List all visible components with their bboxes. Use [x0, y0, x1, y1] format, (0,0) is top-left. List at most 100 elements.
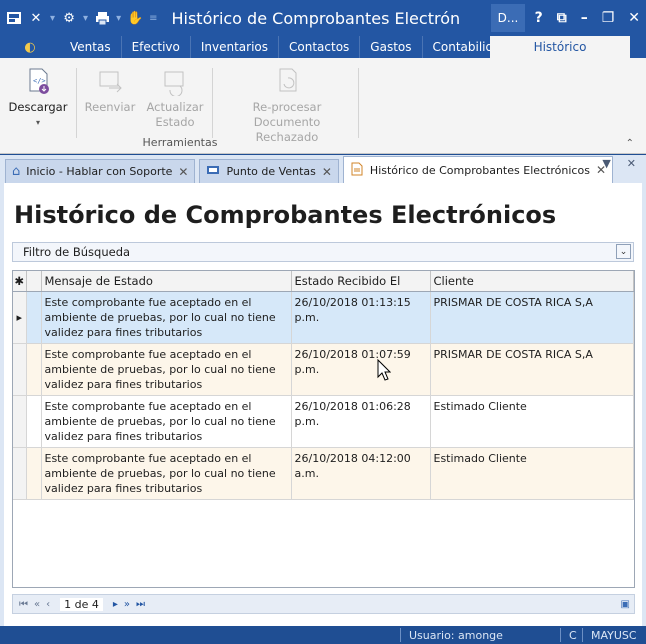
- hand-icon[interactable]: ✋: [127, 10, 143, 26]
- tab-ventas[interactable]: Ventas: [60, 36, 122, 58]
- tools-icon[interactable]: ✕: [28, 10, 44, 26]
- reprocesar-label-2: Documento Rechazado: [253, 115, 321, 144]
- doc-tab-label: Histórico de Comprobantes Electrónicos: [369, 163, 590, 177]
- cell-cliente[interactable]: Estimado Cliente: [430, 395, 634, 448]
- collapse-ribbon-icon[interactable]: ⌃: [626, 138, 634, 149]
- search-filter-bar[interactable]: Filtro de Búsqueda ⌄: [12, 242, 634, 262]
- page-title: Histórico de Comprobantes Electrónicos: [14, 201, 557, 229]
- title-bar: ✕ ▾ ⚙ ▾ ▾ ✋ ≡ Histórico de Comprobantes …: [0, 0, 646, 36]
- restore-layout-icon[interactable]: ⧉: [557, 10, 567, 26]
- cell-fecha[interactable]: 26/10/2018 01:07:59 p.m.: [291, 343, 431, 396]
- column-header-empty: [26, 271, 42, 292]
- ribbon-separator: [76, 68, 77, 138]
- reenviar-button[interactable]: Reenviar: [82, 66, 138, 115]
- cell-mensaje[interactable]: Este comprobante fue aceptado en el ambi…: [41, 343, 292, 396]
- next-page-icon[interactable]: ▸: [113, 599, 118, 610]
- actualizar-label-2: Estado: [155, 115, 195, 129]
- descargar-dropdown-icon[interactable]: ▾: [8, 115, 68, 130]
- close-tab-icon[interactable]: ✕: [322, 165, 332, 179]
- cell-fecha[interactable]: 26/10/2018 04:12:00 a.m.: [291, 447, 431, 500]
- column-header-mensaje[interactable]: Mensaje de Estado: [41, 271, 292, 292]
- reenviar-label: Reenviar: [84, 100, 136, 114]
- new-row-icon[interactable]: ✱: [13, 271, 27, 292]
- tab-gastos[interactable]: Gastos: [360, 36, 423, 58]
- previous-page-icon[interactable]: ‹: [46, 599, 50, 610]
- descargar-button[interactable]: </> Descargar ▾: [8, 66, 68, 130]
- expand-filter-icon[interactable]: ⌄: [616, 244, 631, 259]
- ribbon-group-label: Herramientas: [142, 136, 218, 149]
- cell-cliente[interactable]: PRISMAR DE COSTA RICA S,A: [430, 343, 634, 396]
- help-button[interactable]: ?: [535, 10, 543, 26]
- doc-tab-historico[interactable]: Histórico de Comprobantes Electrónicos ✕: [342, 156, 613, 183]
- document-tabs: ⌂ Inicio - Hablar con Soporte ✕ Punto de…: [0, 155, 646, 183]
- tab-historico[interactable]: Histórico: [490, 36, 630, 58]
- dropdown-arrow-icon[interactable]: ▾: [83, 13, 88, 24]
- tab-contactos[interactable]: Contactos: [279, 36, 361, 58]
- descargar-label: Descargar: [8, 100, 68, 114]
- cell-mensaje[interactable]: Este comprobante fue aceptado en el ambi…: [41, 291, 292, 344]
- column-header-cliente[interactable]: Cliente: [430, 271, 634, 292]
- next-page-group-icon[interactable]: »: [124, 599, 130, 610]
- printer-icon[interactable]: [94, 10, 110, 26]
- cell-fecha[interactable]: 26/10/2018 01:13:15 p.m.: [291, 291, 431, 344]
- document-icon: [350, 162, 364, 179]
- table-row[interactable]: ▸ Este comprobante fue aceptado en el am…: [13, 291, 634, 344]
- user-badge[interactable]: D...: [491, 4, 525, 32]
- minimize-button[interactable]: –: [581, 10, 588, 26]
- export-grid-icon[interactable]: ▣: [621, 599, 630, 610]
- table-row[interactable]: Este comprobante fue aceptado en el ambi…: [13, 343, 634, 396]
- previous-page-group-icon[interactable]: «: [34, 599, 40, 610]
- home-icon: ⌂: [12, 164, 21, 179]
- doc-tab-inicio[interactable]: ⌂ Inicio - Hablar con Soporte ✕: [5, 159, 196, 183]
- reprocess-document-icon: [279, 68, 297, 92]
- table-row[interactable]: Este comprobante fue aceptado en el ambi…: [13, 447, 634, 500]
- resend-icon: [99, 71, 122, 93]
- close-document-icon[interactable]: ✕: [627, 157, 636, 170]
- ribbon-panel: </> Descargar ▾ Reenviar Actualizar Esta…: [0, 58, 646, 154]
- gear-icon[interactable]: ⚙: [61, 10, 77, 26]
- maximize-button[interactable]: ❐: [602, 10, 615, 26]
- status-caps: C: [560, 628, 577, 642]
- cell-fecha[interactable]: 26/10/2018 01:06:28 p.m.: [291, 395, 431, 448]
- cell-mensaje[interactable]: Este comprobante fue aceptado en el ambi…: [41, 447, 292, 500]
- tab-efectivo[interactable]: Efectivo: [122, 36, 191, 58]
- row-cell-empty: [26, 343, 42, 396]
- filter-label: Filtro de Búsqueda: [23, 245, 131, 259]
- last-page-icon[interactable]: ⏭: [136, 599, 145, 610]
- app-logo-icon: [6, 10, 22, 26]
- download-document-icon: </>: [29, 68, 49, 94]
- row-indicator: [13, 447, 27, 500]
- doc-tab-label: Punto de Ventas: [226, 165, 316, 178]
- app-menu-icon: ◐: [24, 39, 36, 55]
- cell-cliente[interactable]: PRISMAR DE COSTA RICA S,A: [430, 291, 634, 344]
- ribbon-separator: [358, 68, 359, 138]
- reprocesar-label-1: Re-procesar: [252, 100, 322, 114]
- status-usuario: Usuario: amonge: [400, 628, 503, 642]
- quick-access-customize-icon[interactable]: ≡: [149, 13, 157, 24]
- actualizar-estado-button[interactable]: Actualizar Estado: [142, 66, 208, 130]
- table-row[interactable]: Este comprobante fue aceptado en el ambi…: [13, 395, 634, 448]
- dropdown-arrow-icon[interactable]: ▾: [50, 13, 55, 24]
- close-tab-icon[interactable]: ✕: [178, 165, 188, 179]
- ribbon-tab-row: ◐ Ventas Efectivo Inventarios Contactos …: [0, 36, 646, 58]
- close-button[interactable]: ✕: [628, 10, 640, 26]
- ribbon-separator: [212, 68, 213, 138]
- row-indicator: [13, 343, 27, 396]
- tab-inventarios[interactable]: Inventarios: [191, 36, 280, 58]
- tab-list-dropdown-icon[interactable]: ▼: [602, 157, 610, 170]
- status-mayusc: MAYUSC: [582, 628, 637, 642]
- cell-cliente[interactable]: Estimado Cliente: [430, 447, 634, 500]
- cell-mensaje[interactable]: Este comprobante fue aceptado en el ambi…: [41, 395, 292, 448]
- pos-icon: [206, 163, 220, 180]
- page-indicator: 1 de 4: [60, 597, 103, 611]
- svg-text:</>: </>: [33, 77, 46, 85]
- row-indicator: [13, 395, 27, 448]
- dropdown-arrow-icon[interactable]: ▾: [116, 13, 121, 24]
- refresh-status-icon: [164, 71, 184, 96]
- actualizar-label-1: Actualizar: [146, 100, 204, 114]
- application-menu-button[interactable]: ◐: [0, 36, 60, 58]
- reprocesar-button[interactable]: Re-procesar Documento Rechazado: [222, 66, 352, 145]
- first-page-icon[interactable]: ⏮: [19, 599, 28, 610]
- doc-tab-punto-ventas[interactable]: Punto de Ventas ✕: [199, 159, 339, 183]
- column-header-fecha[interactable]: Estado Recibido El: [291, 271, 431, 292]
